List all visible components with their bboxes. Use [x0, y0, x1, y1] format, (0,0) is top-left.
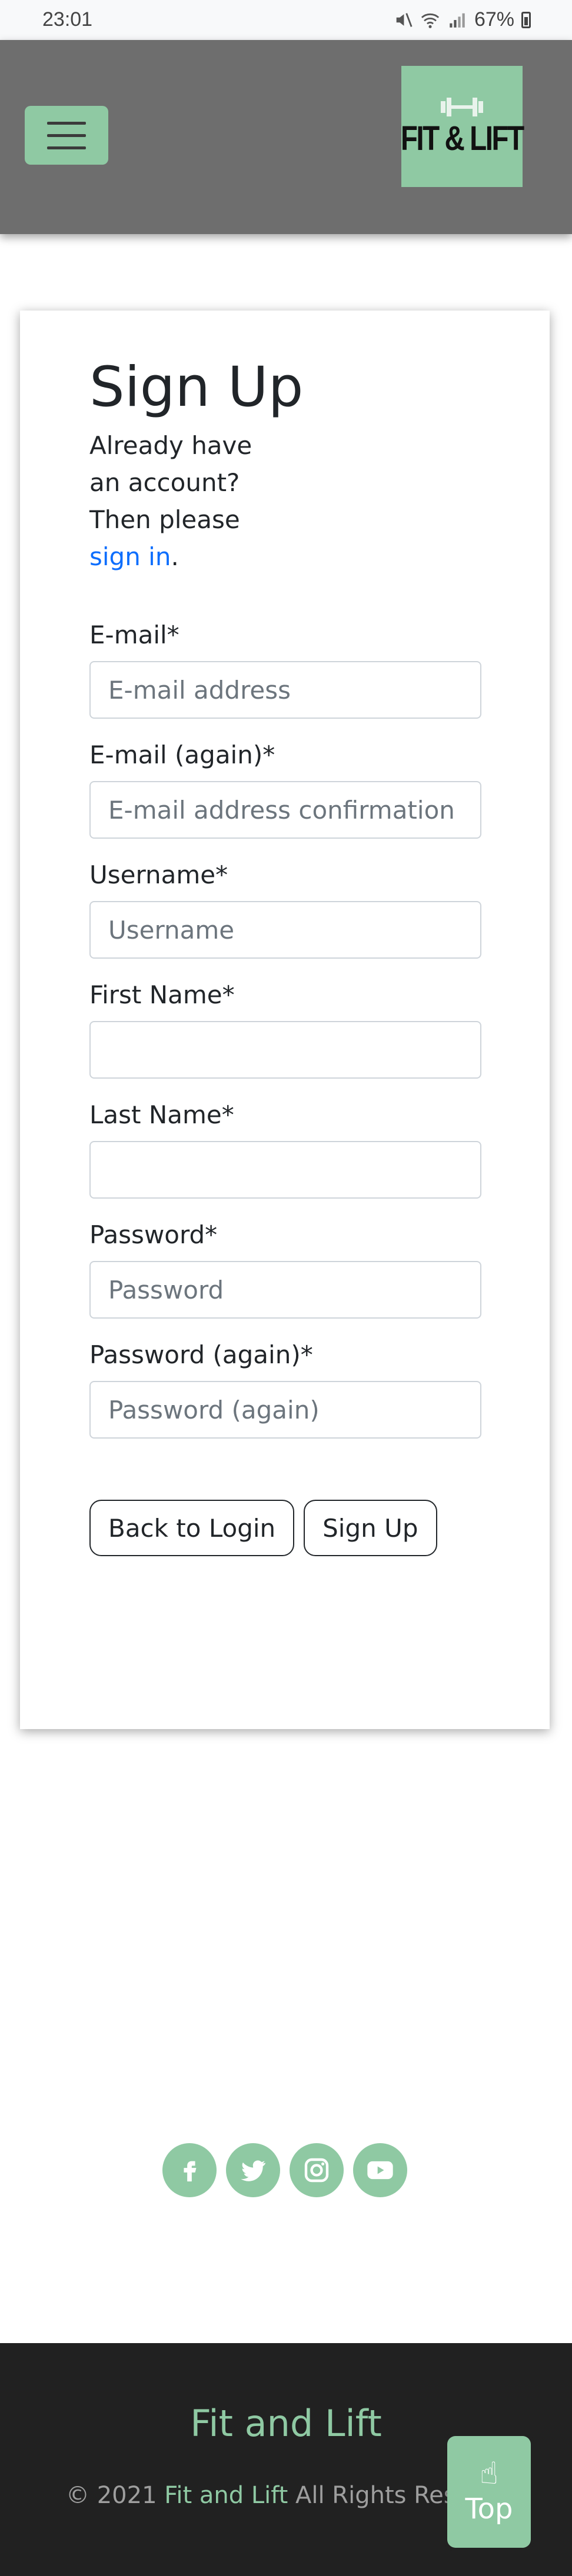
- signin-prompt: Already have an account? Then please sig…: [89, 427, 278, 575]
- hamburger-icon-bar: [47, 134, 86, 137]
- back-to-top-button[interactable]: ☝ Top: [447, 2436, 531, 2548]
- youtube-icon: [367, 2161, 393, 2180]
- hamburger-icon-bar: [47, 121, 86, 125]
- email-field[interactable]: [89, 661, 481, 719]
- back-to-top-label: Top: [465, 2492, 513, 2525]
- signal-icon: [450, 13, 465, 28]
- mute-icon: [396, 12, 413, 27]
- hamburger-icon-bar: [47, 146, 86, 149]
- form-buttons: Back to Login Sign Up: [89, 1500, 481, 1556]
- password-group: Password*: [89, 1219, 481, 1319]
- logo-text: FIT & LIFT: [401, 119, 524, 158]
- battery-percent: 67%: [474, 8, 514, 31]
- email-confirm-label: E-mail (again)*: [89, 740, 275, 769]
- dumbbell-icon: [441, 97, 483, 116]
- password-confirm-group: Password (again)*: [89, 1339, 481, 1439]
- pointing-up-icon: ☝: [480, 2456, 498, 2491]
- sign-up-button[interactable]: Sign Up: [304, 1500, 437, 1556]
- first-name-field[interactable]: [89, 1021, 481, 1079]
- username-field[interactable]: [89, 901, 481, 959]
- signup-card: Sign Up Already have an account? Then pl…: [20, 311, 550, 1729]
- page-title: Sign Up: [89, 355, 304, 419]
- footer-brand-link[interactable]: Fit and Lift: [164, 2482, 288, 2509]
- facebook-icon: [184, 2161, 197, 2182]
- status-icons: 67%: [393, 8, 531, 31]
- password-field[interactable]: [89, 1261, 481, 1319]
- last-name-group: Last Name*: [89, 1099, 481, 1199]
- twitter-icon: [241, 2160, 265, 2181]
- battery-icon: [521, 11, 531, 28]
- instagram-icon: [304, 2158, 329, 2183]
- youtube-link[interactable]: [353, 2143, 407, 2197]
- username-group: Username*: [89, 859, 481, 959]
- status-time: 23:01: [42, 8, 93, 31]
- email-group: E-mail*: [89, 619, 481, 719]
- username-label: Username*: [89, 860, 228, 889]
- first-name-group: First Name*: [89, 979, 481, 1079]
- signin-prompt-end: .: [171, 542, 179, 571]
- email-confirm-field[interactable]: [89, 781, 481, 839]
- password-confirm-label: Password (again)*: [89, 1340, 313, 1369]
- last-name-field[interactable]: [89, 1141, 481, 1199]
- signin-link[interactable]: sign in: [89, 542, 171, 571]
- signup-form: Sign Up Already have an account? Then pl…: [89, 355, 481, 1556]
- instagram-link[interactable]: [290, 2143, 344, 2197]
- social-links: [162, 2143, 407, 2197]
- site-header: FIT & LIFT: [0, 40, 572, 234]
- signin-prompt-text: Already have an account? Then please: [89, 431, 252, 534]
- site-logo[interactable]: FIT & LIFT: [401, 66, 524, 187]
- menu-toggle-button[interactable]: [25, 106, 108, 165]
- copyright-prefix: © 2021: [66, 2482, 165, 2509]
- last-name-label: Last Name*: [89, 1100, 234, 1129]
- facebook-link[interactable]: [162, 2143, 217, 2197]
- copyright-suffix: All Rights Rese: [288, 2482, 471, 2509]
- footer-copyright: © 2021 Fit and Lift All Rights Rese: [66, 2482, 470, 2509]
- first-name-label: First Name*: [89, 980, 235, 1009]
- email-confirm-group: E-mail (again)*: [89, 739, 481, 839]
- back-to-login-button[interactable]: Back to Login: [89, 1500, 295, 1556]
- password-confirm-field[interactable]: [89, 1381, 481, 1439]
- twitter-link[interactable]: [226, 2143, 280, 2197]
- password-label: Password*: [89, 1220, 218, 1249]
- email-label: E-mail*: [89, 620, 179, 649]
- wifi-icon: [421, 13, 440, 28]
- status-bar: 23:01 67%: [0, 0, 572, 40]
